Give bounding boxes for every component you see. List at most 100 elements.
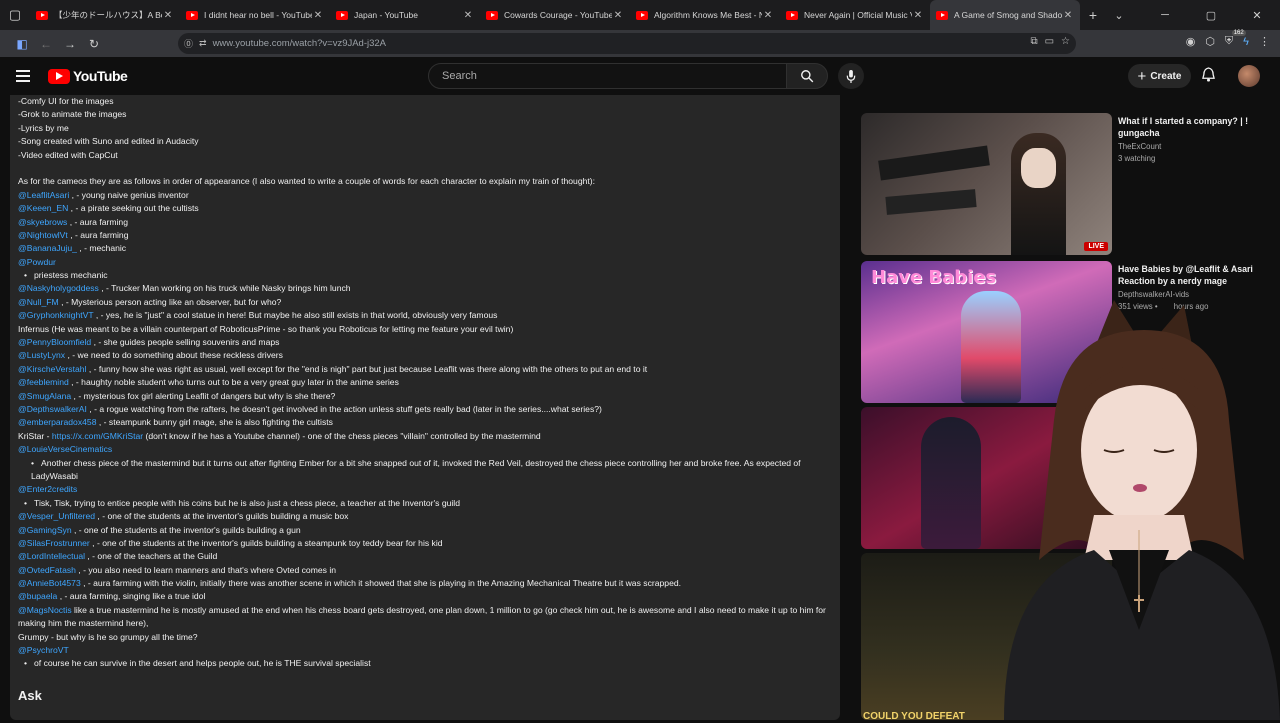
url-text: www.youtube.com/watch?v=vz9JAd-j32A: [212, 38, 387, 49]
channel-mention-link[interactable]: @MagsNoctis: [18, 605, 72, 615]
forward-button[interactable]: →: [58, 37, 82, 51]
description-text: Infernus (He was meant to be a villain c…: [18, 323, 514, 334]
channel-mention-link[interactable]: @BananaJuju_: [18, 243, 77, 253]
channel-mention-link[interactable]: @bupaela: [18, 591, 57, 601]
search-box[interactable]: [428, 63, 787, 89]
browser-tab[interactable]: Never Again | Official Music Vid ✕: [780, 0, 930, 30]
bookmark-star-icon[interactable]: ☆: [1061, 36, 1070, 47]
tab-title: I didnt hear no bell - YouTube: [204, 10, 312, 20]
close-window-button[interactable]: ✕: [1234, 9, 1280, 22]
browser-tab[interactable]: Algorithm Knows Me Best - NC ✕: [630, 0, 780, 30]
description-line: @Keeen_EN , - a pirate seeking out the c…: [18, 202, 832, 215]
description-line: -Comfy UI for the images: [18, 95, 832, 108]
channel-mention-link[interactable]: @LustyLynx: [18, 350, 65, 360]
channel-mention-link[interactable]: @LouieVerseCinematics: [18, 444, 112, 454]
video-description-panel: -Comfy UI for the images -Grok to animate…: [10, 95, 840, 720]
channel-mention-link[interactable]: @emberparadox458: [18, 417, 96, 427]
profile-icon[interactable]: ◉: [1186, 35, 1196, 48]
maximize-button[interactable]: ▢: [1188, 9, 1234, 22]
tab-close-icon[interactable]: ✕: [462, 10, 474, 21]
youtube-logo[interactable]: YouTube: [48, 68, 128, 84]
description-line: @MagsNoctis like a true mastermind he is…: [18, 604, 832, 631]
description-text: , - one of the students at the inventor'…: [89, 537, 443, 548]
description-text: , - a rogue watching from the rafters, h…: [86, 403, 602, 414]
channel-mention-link[interactable]: @LeaflitAsari: [18, 190, 69, 200]
tune-icon[interactable]: ⇄: [199, 38, 207, 49]
tab-close-icon[interactable]: ✕: [762, 10, 774, 21]
external-link[interactable]: https://x.com/GMKriStar: [52, 431, 143, 441]
recommendation-meta[interactable]: What if I started a company? | ! gungach…: [1118, 115, 1268, 163]
browser-tab[interactable]: Japan - YouTube ✕: [330, 0, 480, 30]
channel-mention-link[interactable]: @skyebrows: [18, 217, 67, 227]
description-text: , - Mysterious person acting like an obs…: [58, 296, 282, 307]
plus-icon: +: [1137, 67, 1147, 85]
create-button[interactable]: + Create: [1128, 64, 1191, 88]
browser-menu-icon[interactable]: ⋮: [1259, 35, 1270, 48]
description-text: KriStar -: [18, 430, 52, 441]
notifications-bell-icon[interactable]: [1202, 67, 1215, 85]
description-line: @Powdur: [18, 256, 832, 269]
sidebar-toggle-icon[interactable]: ◧: [10, 37, 34, 51]
channel-mention-link[interactable]: @GryphonknightVT: [18, 310, 93, 320]
browser-tab[interactable]: I didnt hear no bell - YouTube ✕: [180, 0, 330, 30]
search-button[interactable]: [786, 63, 828, 89]
channel-mention-link[interactable]: @SilasFrostrunner: [18, 538, 90, 548]
tab-close-icon[interactable]: ✕: [162, 10, 174, 21]
channel-mention-link[interactable]: @GamingSyn: [18, 525, 72, 535]
vtuber-avatar-overlay: [944, 300, 1280, 720]
channel-mention-link[interactable]: @SmugAlana: [18, 391, 71, 401]
description-text: , - steampunk bunny girl mage, she is al…: [96, 417, 333, 428]
reload-button[interactable]: ↻: [82, 37, 106, 51]
minimize-button[interactable]: ─: [1142, 9, 1188, 21]
account-avatar[interactable]: [1238, 65, 1260, 87]
workspaces-icon[interactable]: ▢: [0, 0, 30, 30]
extension-shield-icon[interactable]: ⛨: [1225, 35, 1233, 48]
extension-bolt-icon[interactable]: ϟ: [1243, 36, 1249, 48]
tab-close-icon[interactable]: ✕: [312, 10, 324, 21]
channel-mention-link[interactable]: @PsychroVT: [18, 645, 69, 655]
channel-mention-link[interactable]: @Enter2credits: [18, 484, 77, 494]
description-line: @BananaJuju_ , - mechanic: [18, 242, 832, 255]
site-info-icon[interactable]: ⓪: [184, 37, 193, 50]
channel-mention-link[interactable]: @PennyBloomfield: [18, 337, 91, 347]
channel-mention-link[interactable]: @AnnieBot4573: [18, 578, 81, 588]
description-line: @LordIntellectual , - one of the teacher…: [18, 550, 832, 563]
tab-search-icon[interactable]: ⌄: [1096, 9, 1142, 22]
channel-mention-link[interactable]: @Naskyholygoddess: [18, 283, 99, 293]
back-button[interactable]: ←: [34, 37, 58, 51]
channel-mention-link[interactable]: @Powdur: [18, 257, 56, 267]
description-text: , - you also need to learn manners and t…: [75, 564, 337, 575]
description-line: [18, 162, 832, 175]
channel-mention-link[interactable]: @Null_FM: [18, 297, 59, 307]
browser-tab[interactable]: 【少年のドールハウス】A Boy's✕: [30, 0, 180, 30]
tab-close-icon[interactable]: ✕: [612, 10, 624, 21]
video-thumbnail[interactable]: LIVE: [861, 113, 1112, 255]
description-line: Another chess piece of the mastermind bu…: [18, 457, 832, 484]
voice-search-button[interactable]: [838, 63, 864, 89]
tab-close-icon[interactable]: ✕: [912, 10, 924, 21]
channel-mention-link[interactable]: @feeblemind: [18, 377, 69, 387]
open-in-app-icon[interactable]: ⧉: [1030, 36, 1037, 47]
channel-mention-link[interactable]: @Keeen_EN: [18, 203, 68, 213]
search-input[interactable]: [440, 69, 760, 83]
description-line: priestess mechanic: [18, 269, 832, 282]
channel-mention-link[interactable]: @KirscheVerstahl: [18, 364, 86, 374]
description-text: -Comfy UI for the images: [18, 96, 114, 106]
address-row: ◧ ← → ↻ ⓪ ⇄ www.youtube.com/watch?v=vz9J…: [0, 30, 1280, 57]
extensions-icon[interactable]: ⬡: [1205, 35, 1215, 48]
channel-mention-link[interactable]: @OvtedFatash: [18, 565, 76, 575]
menu-hamburger-icon[interactable]: [16, 70, 30, 85]
tab-close-icon[interactable]: ✕: [1062, 10, 1074, 21]
channel-mention-link[interactable]: @LordIntellectual: [18, 551, 85, 561]
description-text: , - haughty noble student who turns out …: [68, 377, 399, 388]
channel-mention-link[interactable]: @NightowlVt: [18, 230, 68, 240]
cast-icon[interactable]: ▭: [1045, 36, 1054, 47]
channel-mention-link[interactable]: @DepthswalkerAI: [18, 404, 87, 414]
browser-tab[interactable]: A Game of Smog and Shadows ✕: [930, 0, 1080, 30]
description-text: , - aura farming: [67, 229, 129, 240]
address-bar[interactable]: ⓪ ⇄ www.youtube.com/watch?v=vz9JAd-j32A …: [178, 33, 1076, 54]
description-line: KriStar - https://x.com/GMKriStar (don't…: [18, 430, 832, 443]
description-text: , - one of the students at the inventor'…: [71, 524, 301, 535]
channel-mention-link[interactable]: @Vesper_Unfiltered: [18, 511, 95, 521]
browser-tab[interactable]: Cowards Courage - YouTube ✕: [480, 0, 630, 30]
